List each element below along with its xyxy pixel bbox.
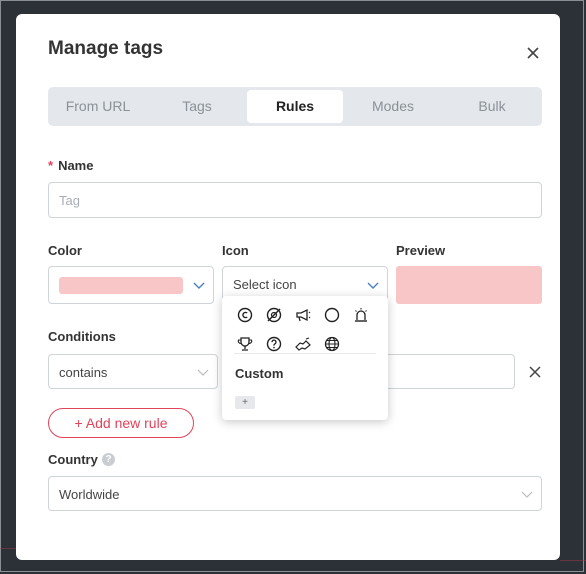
- color-select[interactable]: [48, 266, 214, 304]
- chevron-down-icon: [367, 282, 379, 289]
- manage-tags-modal: Manage tags From URL Tags Rules Modes Bu…: [16, 14, 560, 560]
- country-select[interactable]: Worldwide: [48, 476, 542, 511]
- tab-bar: From URL Tags Rules Modes Bulk: [48, 87, 542, 126]
- tab-modes[interactable]: Modes: [345, 90, 441, 123]
- trophy-icon[interactable]: [236, 335, 254, 353]
- required-mark: *: [48, 158, 54, 173]
- condition-operator-select[interactable]: contains: [48, 354, 218, 389]
- chevron-down-icon: [521, 491, 533, 498]
- color-swatch: [59, 277, 183, 294]
- name-input[interactable]: [48, 182, 542, 218]
- copyright-icon[interactable]: [236, 306, 254, 324]
- icon-select-placeholder: Select icon: [233, 277, 297, 292]
- dropdown-divider: [234, 353, 376, 354]
- custom-section-label: Custom: [235, 366, 284, 381]
- color-label: Color: [48, 243, 82, 258]
- icon-label: Icon: [222, 243, 249, 258]
- globe-icon[interactable]: [323, 335, 341, 353]
- question-circle-icon[interactable]: [265, 335, 283, 353]
- name-label: * Name: [48, 158, 94, 173]
- tab-bulk[interactable]: Bulk: [444, 90, 540, 123]
- preview-swatch: [396, 266, 542, 304]
- chevron-down-icon: [197, 369, 209, 376]
- icon-dropdown: Custom +: [222, 296, 388, 420]
- preview-label: Preview: [396, 243, 446, 258]
- help-icon[interactable]: ?: [102, 453, 115, 466]
- country-value: Worldwide: [59, 487, 120, 502]
- background-line: [0, 548, 16, 549]
- handshake-icon[interactable]: [294, 335, 312, 353]
- conditions-label: Conditions: [48, 329, 116, 344]
- country-label: Country: [48, 452, 98, 467]
- background-line: [560, 560, 586, 561]
- no-entry-icon[interactable]: [265, 306, 283, 324]
- add-new-rule-button[interactable]: + Add new rule: [48, 408, 194, 438]
- chevron-down-icon: [193, 282, 205, 289]
- modal-title: Manage tags: [48, 38, 164, 59]
- remove-condition-icon[interactable]: [528, 365, 542, 379]
- close-icon[interactable]: [524, 44, 542, 62]
- condition-operator-value: contains: [59, 365, 108, 380]
- siren-icon[interactable]: [352, 306, 370, 324]
- tab-from-url[interactable]: From URL: [50, 90, 146, 123]
- add-custom-icon-button[interactable]: +: [235, 396, 255, 409]
- tab-rules[interactable]: Rules: [247, 90, 343, 123]
- circle-icon[interactable]: [323, 306, 341, 324]
- tab-tags[interactable]: Tags: [149, 90, 245, 123]
- megaphone-icon[interactable]: [294, 306, 312, 324]
